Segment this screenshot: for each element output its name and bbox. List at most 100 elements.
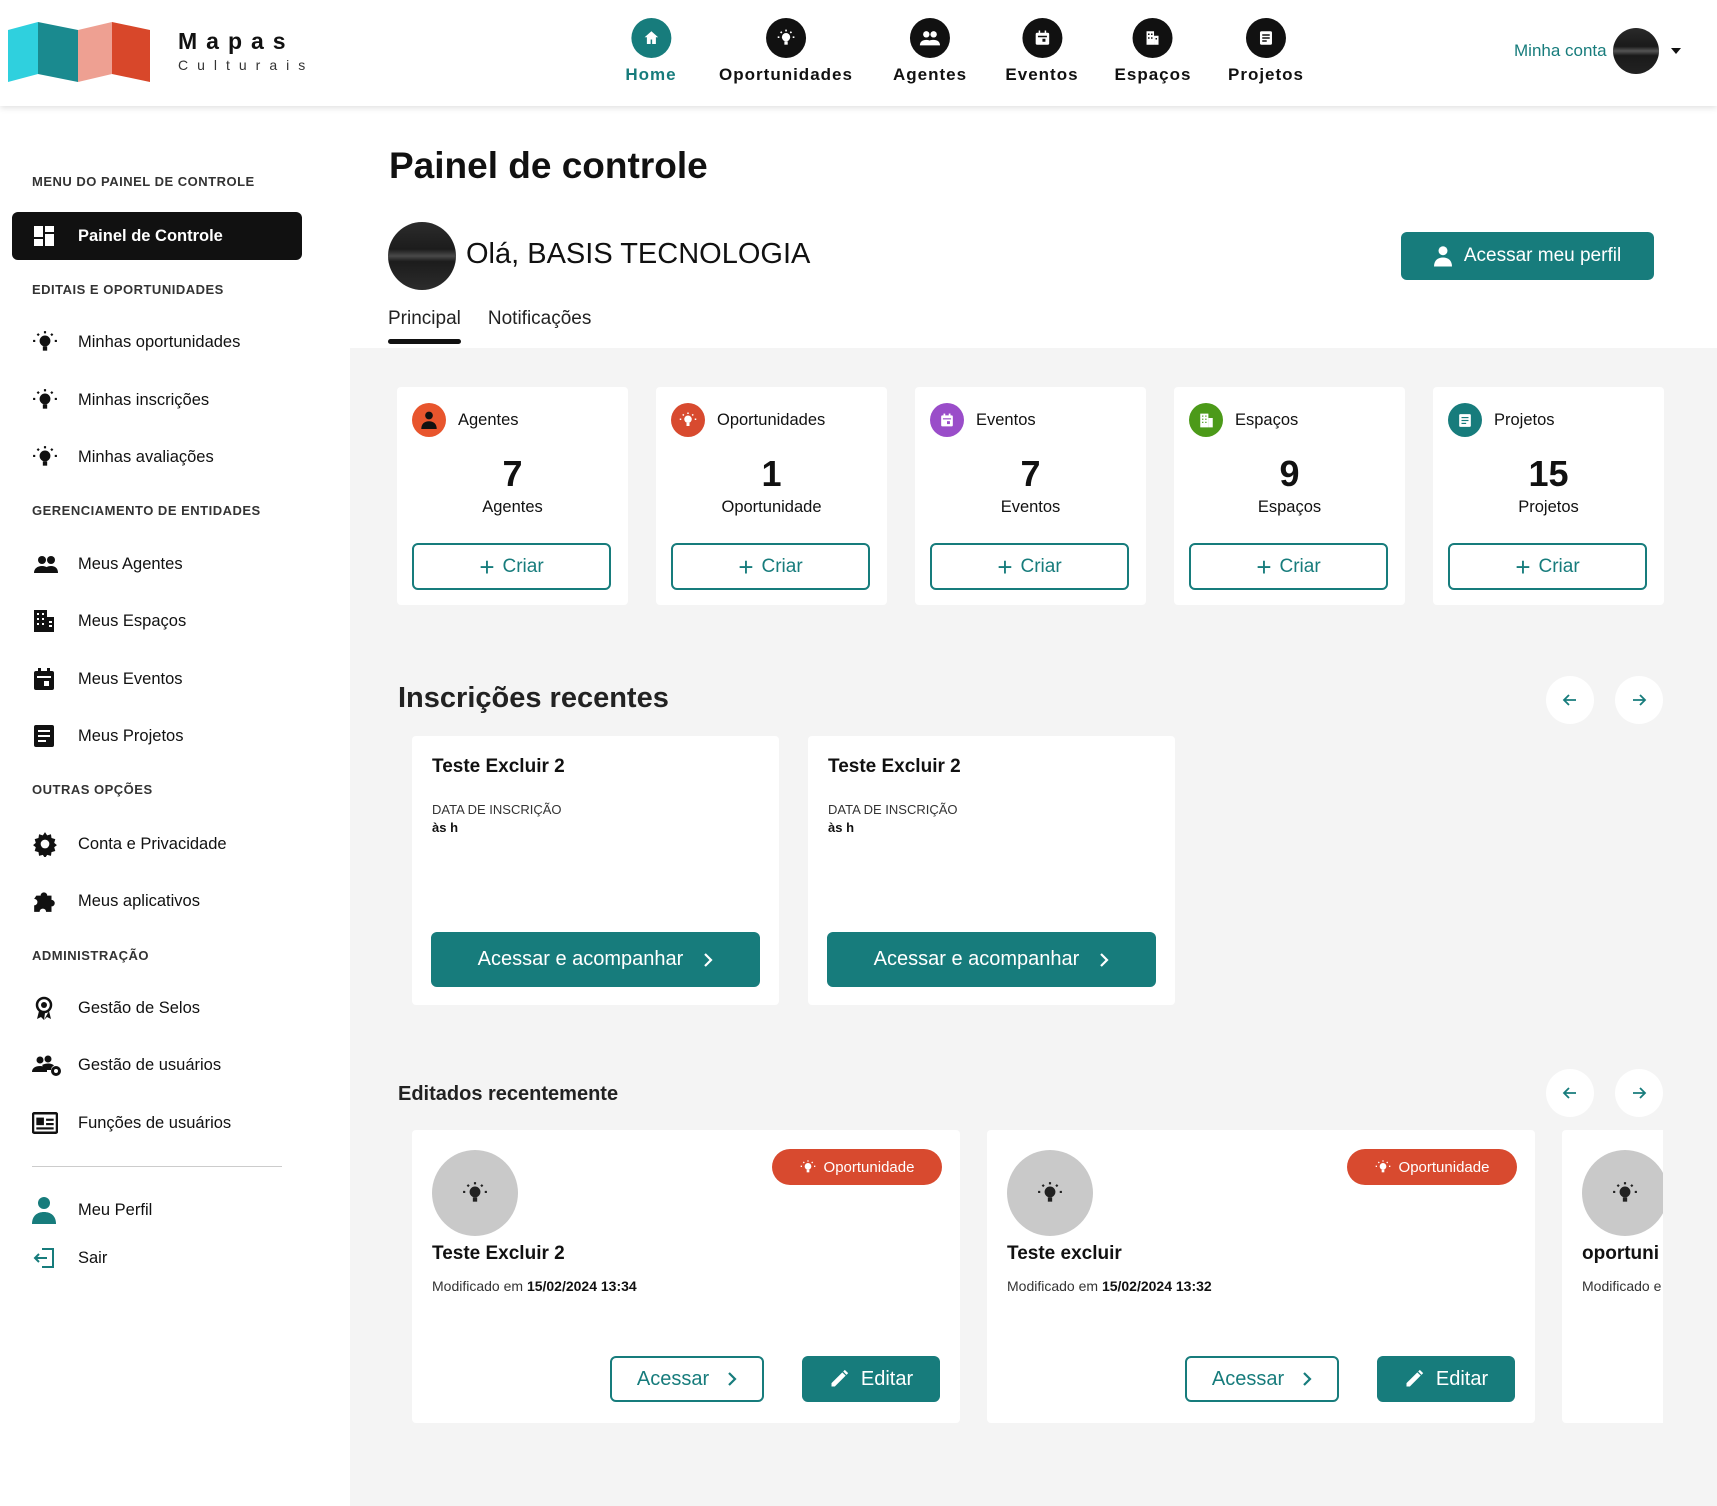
- sidebar-item-sair[interactable]: Sair: [12, 1234, 302, 1282]
- entity-avatar: [432, 1150, 518, 1236]
- plus-icon: +: [1256, 551, 1272, 582]
- sidebar-item-meus-agentes[interactable]: Meus Agentes: [12, 540, 302, 588]
- nav-projetos[interactable]: Projetos: [1228, 18, 1304, 85]
- nav-oportunidades-label: Oportunidades: [719, 65, 853, 84]
- access-profile-button[interactable]: Acessar meu perfil: [1401, 232, 1654, 280]
- nav-home[interactable]: Home: [625, 18, 676, 85]
- nav-agentes[interactable]: Agentes: [893, 18, 967, 85]
- inscricao-title: Teste Excluir 2: [828, 756, 961, 777]
- inscricoes-prev-button[interactable]: [1546, 676, 1594, 724]
- arrow-left-icon: [1562, 1087, 1576, 1099]
- nav-eventos-label: Eventos: [1005, 65, 1079, 84]
- lightbulb-icon: [777, 29, 795, 45]
- sidebar-item-label: Gestão de usuários: [78, 1055, 222, 1074]
- nav-agentes-label: Agentes: [892, 65, 968, 84]
- acessar-button[interactable]: Acessar: [610, 1356, 764, 1402]
- entity-card-espacos: Espaços 9 Espaços + Criar: [1174, 387, 1405, 605]
- create-oportunidade-button[interactable]: + Criar: [671, 543, 870, 590]
- lightbulb-icon: [679, 412, 697, 426]
- nav-espacos[interactable]: Espaços: [1115, 18, 1192, 85]
- sidebar-item-painel[interactable]: Painel de Controle: [12, 212, 302, 260]
- editar-button[interactable]: Editar: [1377, 1356, 1515, 1402]
- edited-modified: Modificado em 15/02/2024 13:32: [1007, 1278, 1212, 1294]
- entity-card-title: Eventos: [976, 410, 1036, 429]
- nav-oportunidades[interactable]: Oportunidades: [719, 18, 853, 85]
- edited-title: oportuni: [1582, 1243, 1660, 1264]
- section-title-editados: Editados recentemente: [398, 1083, 619, 1105]
- edited-title: Teste excluir: [1007, 1243, 1122, 1264]
- edited-title: Teste Excluir 2: [432, 1243, 565, 1264]
- sidebar-section-title: GERENCIAMENTO DE ENTIDADES: [32, 503, 261, 518]
- dashboard-icon: [34, 226, 54, 246]
- nav-eventos[interactable]: Eventos: [1005, 18, 1078, 85]
- sidebar-item-meus-aplicativos[interactable]: Meus aplicativos: [12, 877, 302, 925]
- acessar-button[interactable]: Acessar: [1185, 1356, 1339, 1402]
- sidebar-item-minhas-avaliacoes[interactable]: Minhas avaliações: [12, 433, 302, 481]
- acessar-acompanhar-button[interactable]: Acessar e acompanhar: [827, 932, 1156, 987]
- calendar-icon: [941, 413, 953, 427]
- sidebar-section-title: OUTRAS OPÇÕES: [32, 782, 153, 797]
- sidebar-item-minhas-inscricoes[interactable]: Minhas inscrições: [12, 376, 302, 424]
- badge-label: Oportunidade: [1398, 1158, 1490, 1176]
- acessar-acompanhar-button[interactable]: Acessar e acompanhar: [431, 932, 760, 987]
- sidebar-item-gestao-usuarios[interactable]: Gestão de usuários: [12, 1041, 302, 1089]
- edited-modified: Modificado e: [1582, 1278, 1662, 1294]
- chevron-right-icon: [728, 1372, 737, 1386]
- sidebar-item-gestao-selos[interactable]: Gestão de Selos: [12, 984, 302, 1032]
- section-title-inscricoes: Inscrições recentes: [398, 682, 669, 714]
- sidebar-item-meu-perfil[interactable]: Meu Perfil: [12, 1186, 302, 1234]
- sidebar-item-conta-privacidade[interactable]: Conta e Privacidade: [12, 820, 302, 868]
- editar-label: Editar: [1435, 1367, 1489, 1390]
- lightbulb-icon: [1375, 1160, 1390, 1173]
- status-badge: Oportunidade: [1347, 1149, 1517, 1185]
- plus-icon: +: [479, 551, 495, 582]
- create-label: Criar: [1538, 555, 1580, 577]
- create-espaco-button[interactable]: + Criar: [1189, 543, 1388, 590]
- inscricao-date-value: às h: [432, 820, 459, 835]
- chevron-right-icon: [704, 952, 713, 967]
- sidebar-item-meus-projetos[interactable]: Meus Projetos: [12, 712, 302, 760]
- entity-card-count: 15: [1528, 453, 1569, 494]
- account-menu[interactable]: Minha conta: [1514, 28, 1681, 74]
- person-icon: [1433, 246, 1452, 267]
- editados-carousel: Oportunidade Teste Excluir 2 Modificado …: [410, 1130, 1663, 1426]
- nav-projetos-label: Projetos: [1227, 65, 1305, 84]
- entity-card-count: 7: [502, 453, 523, 494]
- sidebar-item-label: Conta e Privacidade: [78, 834, 227, 853]
- sidebar-item-minhas-oportunidades[interactable]: Minhas oportunidades: [12, 318, 302, 366]
- sidebar-item-meus-eventos[interactable]: Meus Eventos: [12, 655, 302, 703]
- sidebar-item-label: Meus Eventos: [78, 669, 183, 688]
- document-icon: [1459, 413, 1471, 427]
- chevron-right-icon: [1303, 1372, 1312, 1386]
- create-label: Criar: [761, 555, 803, 577]
- inscricoes-next-button[interactable]: [1615, 676, 1663, 724]
- edited-card: Oportunidade Teste Excluir 2 Modificado …: [412, 1130, 960, 1423]
- create-label: Criar: [1279, 555, 1321, 577]
- tab-bar: Principal Notificações: [388, 308, 592, 344]
- lightbulb-icon: [33, 389, 57, 409]
- page-title: Painel de controle: [389, 145, 708, 186]
- editar-label: Editar: [860, 1367, 914, 1390]
- sidebar-item-meus-espacos[interactable]: Meus Espaços: [12, 597, 302, 645]
- sidebar-divider: [32, 1166, 282, 1167]
- account-label: Minha conta: [1514, 41, 1607, 60]
- id-card-icon: [32, 1112, 58, 1134]
- create-projeto-button[interactable]: + Criar: [1448, 543, 1647, 590]
- tab-notificacoes[interactable]: Notificações: [488, 308, 592, 339]
- tab-principal[interactable]: Principal: [388, 308, 461, 344]
- sidebar-item-label: Minhas inscrições: [78, 390, 210, 409]
- editados-prev-button[interactable]: [1546, 1069, 1594, 1117]
- people-icon: [34, 556, 58, 573]
- person-icon: [32, 1197, 56, 1224]
- inscricao-date-value: às h: [828, 820, 855, 835]
- edited-card: Oportunidade Teste excluir Modificado em…: [987, 1130, 1535, 1423]
- sidebar-item-funcoes-usuarios[interactable]: Funções de usuários: [12, 1099, 302, 1147]
- create-agente-button[interactable]: + Criar: [412, 543, 611, 590]
- editar-button[interactable]: Editar: [802, 1356, 940, 1402]
- create-evento-button[interactable]: + Criar: [930, 543, 1129, 590]
- entity-card-unit: Oportunidade: [721, 498, 822, 516]
- entity-avatar: [1007, 1150, 1093, 1236]
- document-icon: [1260, 31, 1272, 45]
- create-label: Criar: [502, 555, 544, 577]
- editados-next-button[interactable]: [1615, 1069, 1663, 1117]
